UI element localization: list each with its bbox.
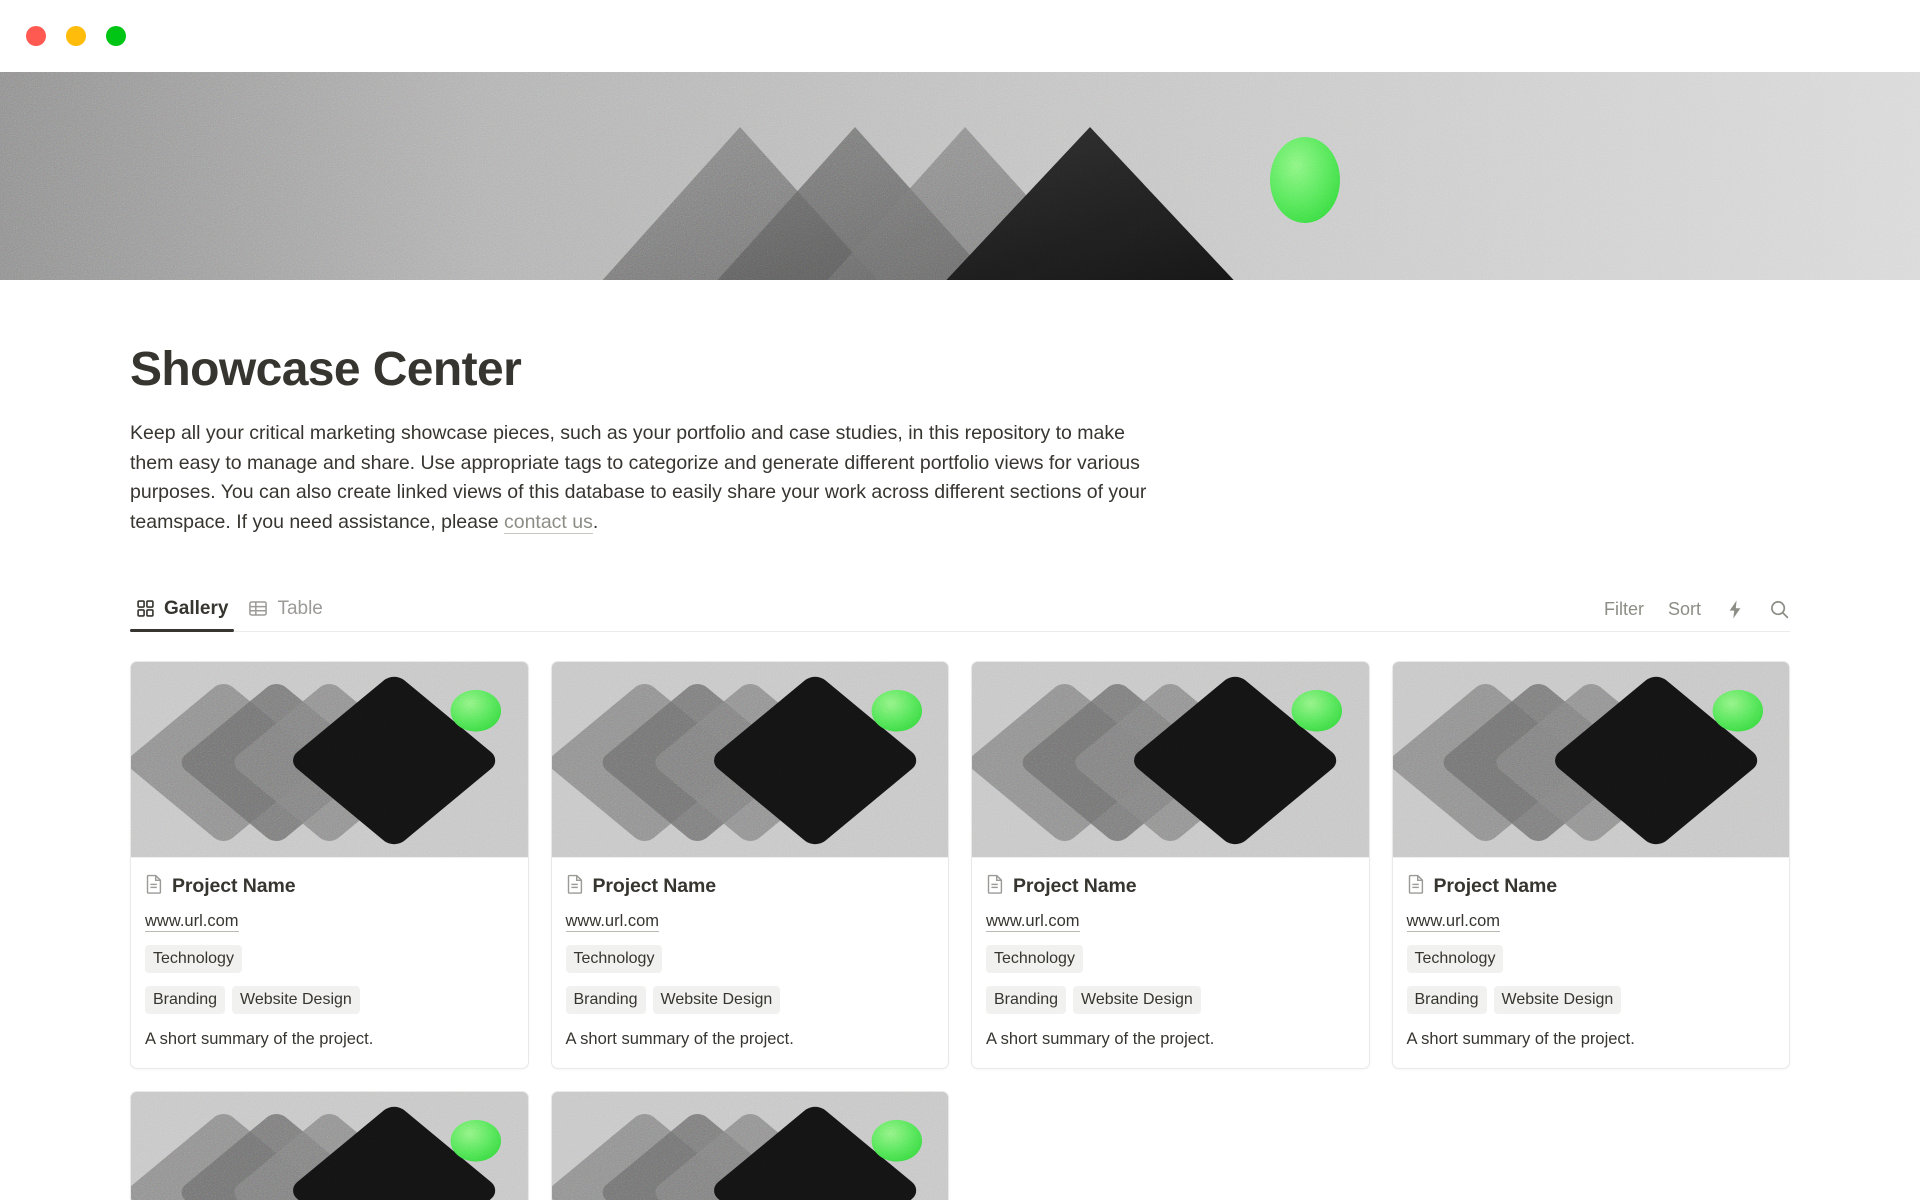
tab-table[interactable]: Table	[242, 598, 332, 631]
card-body: Project Name www.url.com Technology Bran…	[972, 858, 1369, 1068]
gallery-grid-icon	[136, 599, 155, 618]
document-icon	[986, 874, 1005, 899]
document-icon	[1407, 874, 1426, 899]
card-cover-image	[131, 661, 528, 858]
card-title: Project Name	[592, 874, 717, 897]
table-icon	[248, 599, 268, 618]
card-tag[interactable]: Technology	[1406, 944, 1504, 973]
tab-gallery[interactable]: Gallery	[130, 597, 238, 632]
card-tag[interactable]: Website Design	[1493, 985, 1622, 1014]
card-noise-texture	[131, 661, 528, 857]
tab-gallery-label: Gallery	[164, 597, 229, 619]
gallery-grid: Project Name www.url.com Technology Bran…	[130, 660, 1790, 1200]
close-window-button[interactable]	[26, 26, 46, 46]
document-icon	[145, 874, 164, 899]
window-titlebar	[0, 0, 1920, 72]
view-toolbar: Gallery Table Filter Sort	[130, 578, 1790, 632]
view-tabs: Gallery Table	[130, 597, 333, 632]
card-tag-row: Branding Website Design	[145, 985, 514, 1014]
card-primary-tag-row: Technology	[1406, 944, 1776, 973]
view-actions: Filter Sort	[1604, 599, 1790, 631]
gallery-card[interactable]: Project Name www.url.com Technology Bran…	[1391, 660, 1790, 1069]
card-url-link[interactable]: www.url.com	[986, 912, 1080, 932]
card-title: Project Name	[1433, 874, 1558, 897]
card-cover-image	[1392, 661, 1789, 858]
page-content: Showcase Center Keep all your critical m…	[0, 342, 1920, 1200]
card-tag[interactable]: Branding	[1406, 985, 1487, 1014]
card-cover-image	[551, 661, 948, 858]
page-description-tail: .	[592, 511, 599, 534]
card-title: Project Name	[1013, 874, 1137, 897]
card-tag[interactable]: Website Design	[232, 985, 360, 1014]
card-title-row: Project Name	[566, 874, 935, 899]
card-noise-texture	[551, 1091, 948, 1200]
card-tag[interactable]: Technology	[986, 944, 1083, 973]
traffic-lights	[26, 26, 126, 46]
card-summary: A short summary of the project.	[1406, 1029, 1635, 1048]
sort-button[interactable]: Sort	[1668, 599, 1701, 620]
card-url-link[interactable]: www.url.com	[1406, 912, 1501, 932]
card-body: Project Name www.url.com Technology Bran…	[131, 858, 528, 1068]
card-body: Project Name www.url.com Technology Bran…	[1393, 858, 1790, 1068]
hero-cover-image[interactable]	[0, 72, 1920, 280]
gallery-card[interactable]: Project Name www.url.com Technology Bran…	[550, 1090, 949, 1200]
contact-us-link[interactable]: contact us	[503, 511, 593, 535]
search-icon[interactable]	[1769, 599, 1790, 620]
document-icon	[566, 874, 585, 899]
card-cover-image	[551, 1091, 948, 1200]
page-description-text: Keep all your critical marketing showcas…	[130, 422, 1147, 534]
lightning-bolt-icon[interactable]	[1725, 599, 1745, 620]
gallery-card[interactable]: Project Name www.url.com Technology Bran…	[130, 1090, 529, 1200]
app-window: Showcase Center Keep all your critical m…	[0, 0, 1920, 1200]
card-noise-texture	[972, 661, 1369, 857]
card-title-row: Project Name	[1407, 874, 1776, 899]
card-tag-row: Branding Website Design	[565, 985, 935, 1014]
card-primary-tag-row: Technology	[986, 944, 1355, 973]
card-url-link[interactable]: www.url.com	[565, 912, 660, 932]
gallery-card[interactable]: Project Name www.url.com Technology Bran…	[130, 660, 529, 1069]
card-noise-texture	[551, 661, 948, 857]
card-title-row: Project Name	[986, 874, 1355, 899]
card-summary: A short summary of the project.	[986, 1029, 1215, 1048]
card-tag[interactable]: Technology	[145, 944, 242, 973]
card-body: Project Name www.url.com Technology Bran…	[552, 858, 949, 1068]
page-description: Keep all your critical marketing showcas…	[130, 419, 1165, 538]
card-tag[interactable]: Branding	[986, 985, 1067, 1014]
card-tag-row: Branding Website Design	[986, 985, 1355, 1014]
card-tag[interactable]: Website Design	[1073, 985, 1201, 1014]
card-primary-tag-row: Technology	[145, 944, 514, 973]
card-tag-row: Branding Website Design	[1406, 985, 1776, 1014]
page-title: Showcase Center	[130, 343, 522, 396]
maximize-window-button[interactable]	[106, 26, 126, 46]
card-url-link[interactable]: www.url.com	[145, 912, 239, 932]
card-title-row: Project Name	[145, 874, 514, 899]
tab-table-label: Table	[277, 597, 323, 619]
filter-button[interactable]: Filter	[1604, 599, 1644, 620]
card-tag[interactable]: Website Design	[652, 985, 781, 1014]
card-summary: A short summary of the project.	[565, 1029, 794, 1048]
card-title: Project Name	[172, 874, 296, 897]
card-cover-image	[131, 1091, 528, 1200]
card-summary: A short summary of the project.	[145, 1029, 374, 1048]
card-tag[interactable]: Branding	[565, 985, 646, 1014]
card-tag[interactable]: Branding	[145, 985, 226, 1014]
card-cover-image	[972, 661, 1369, 858]
card-noise-texture	[131, 1091, 528, 1200]
card-noise-texture	[1392, 661, 1789, 857]
hero-artwork	[0, 72, 1920, 280]
card-primary-tag-row: Technology	[565, 944, 935, 973]
card-tag[interactable]: Technology	[565, 944, 663, 973]
gallery-card[interactable]: Project Name www.url.com Technology Bran…	[550, 660, 949, 1069]
minimize-window-button[interactable]	[66, 26, 86, 46]
gallery-card[interactable]: Project Name www.url.com Technology Bran…	[971, 660, 1370, 1069]
